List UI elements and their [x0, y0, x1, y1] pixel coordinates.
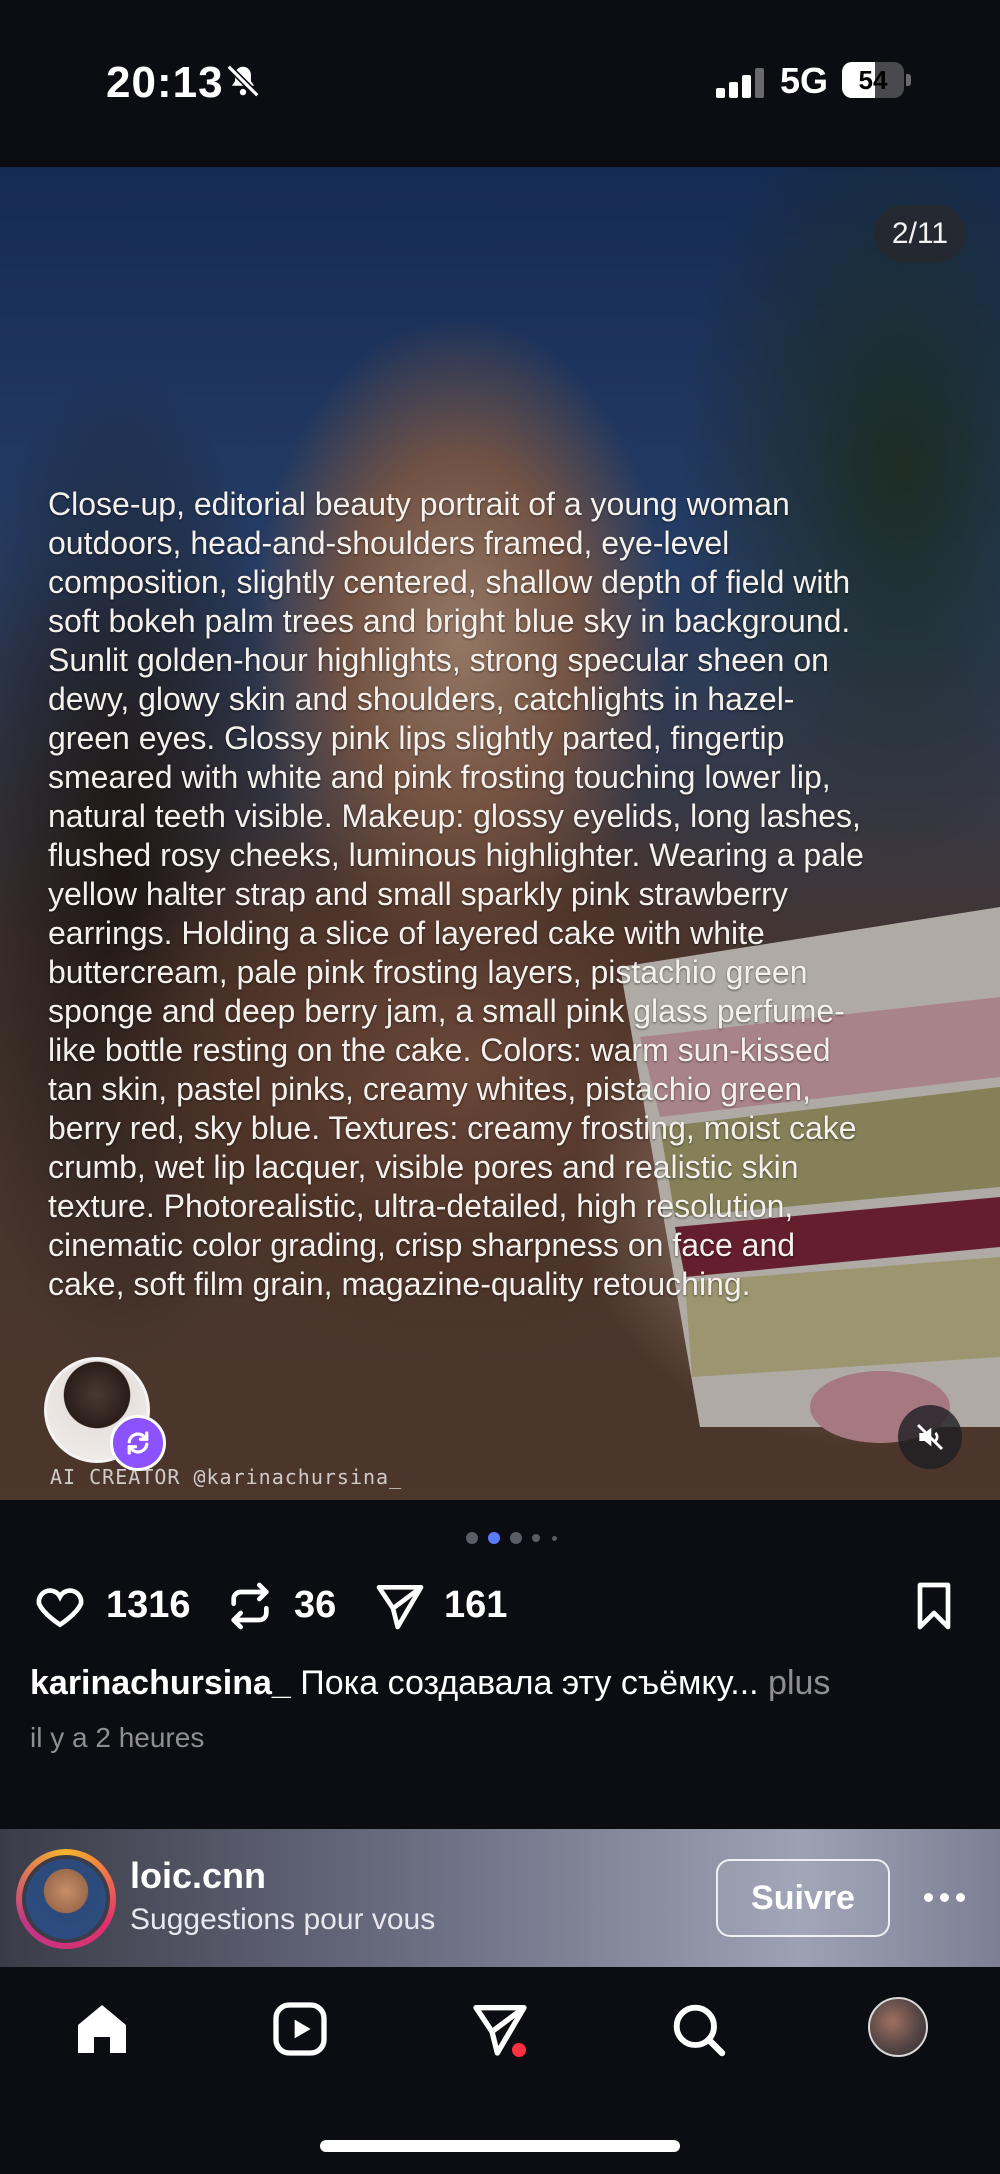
share-button[interactable]: 161 — [372, 1574, 522, 1638]
suggestion-subtitle: Suggestions pour vous — [130, 1903, 436, 1936]
search-icon — [673, 2004, 726, 2057]
mute-button[interactable] — [898, 1405, 962, 1469]
caption-text: Пока создавала эту съёмку... — [300, 1664, 759, 1702]
heart-icon — [36, 1588, 84, 1628]
like-count: 1316 — [106, 1584, 191, 1626]
cellular-signal-icon — [716, 68, 764, 98]
post-image[interactable]: 2/11 Close-up, editorial beauty portrait… — [0, 167, 1000, 1500]
suggested-username[interactable]: loic.cnn — [130, 1855, 266, 1897]
image-prompt-text: Close-up, editorial beauty portrait of a… — [48, 486, 864, 1302]
status-bar: 20:13 5G 54 — [0, 0, 1000, 160]
save-button[interactable] — [906, 1574, 962, 1638]
dot — [940, 1893, 949, 1902]
slide-counter: 2/11 — [874, 205, 966, 263]
home-indicator — [320, 2140, 680, 2152]
bookmark-icon — [917, 1582, 951, 1630]
creator-credit: AI CREATOR @karinachursina_ — [50, 1465, 403, 1489]
page-dot — [552, 1536, 557, 1541]
status-time: 20:13 — [106, 58, 224, 107]
post-caption[interactable]: karinachursina_ Пока создавала эту съёмк… — [30, 1664, 980, 1703]
page-dot — [532, 1534, 540, 1542]
dot — [924, 1893, 933, 1902]
suggested-user-avatar — [22, 1855, 110, 1943]
nav-search[interactable] — [666, 1997, 730, 2061]
battery-level: 54 — [858, 65, 888, 95]
profile-avatar[interactable] — [868, 1997, 928, 2057]
repost-count: 36 — [294, 1584, 337, 1626]
repost-button[interactable]: 36 — [222, 1574, 352, 1638]
follow-button[interactable]: Suivre — [716, 1859, 890, 1937]
repost-icon — [231, 1582, 269, 1630]
nav-home[interactable] — [70, 1997, 134, 2061]
send-icon — [376, 1585, 424, 1630]
carousel-pagination — [466, 1530, 586, 1546]
like-button[interactable]: 1316 — [32, 1574, 192, 1638]
page-dot-active — [488, 1532, 500, 1544]
story-ring[interactable] — [16, 1849, 116, 1949]
remix-badge[interactable] — [110, 1415, 166, 1471]
caption-username[interactable]: karinachursina_ — [30, 1664, 291, 1702]
reels-icon — [273, 2002, 327, 2056]
nav-messages[interactable] — [468, 1997, 532, 2061]
remix-icon — [127, 1431, 149, 1455]
dot — [956, 1893, 965, 1902]
battery-tip — [906, 74, 911, 86]
more-options-icon[interactable] — [920, 1875, 970, 1919]
notification-dot — [512, 2043, 526, 2057]
home-icon — [78, 2005, 126, 2053]
battery-indicator: 54 — [842, 62, 912, 98]
post-timestamp: il y a 2 heures — [30, 1722, 205, 1753]
page-dot — [466, 1532, 478, 1544]
share-count: 161 — [444, 1584, 508, 1626]
caption-more-link[interactable]: plus — [768, 1664, 830, 1702]
battery-body: 54 — [842, 62, 904, 98]
post-actions: 1316 36 161 — [0, 1574, 1000, 1638]
page-dot — [510, 1532, 522, 1544]
bell-slash-icon — [226, 64, 260, 98]
speaker-muted-icon — [916, 1423, 944, 1451]
network-type: 5G — [780, 60, 829, 101]
nav-reels[interactable] — [268, 1997, 332, 2061]
suggested-account-banner[interactable]: loic.cnn Suggestions pour vous Suivre — [0, 1829, 1000, 1967]
